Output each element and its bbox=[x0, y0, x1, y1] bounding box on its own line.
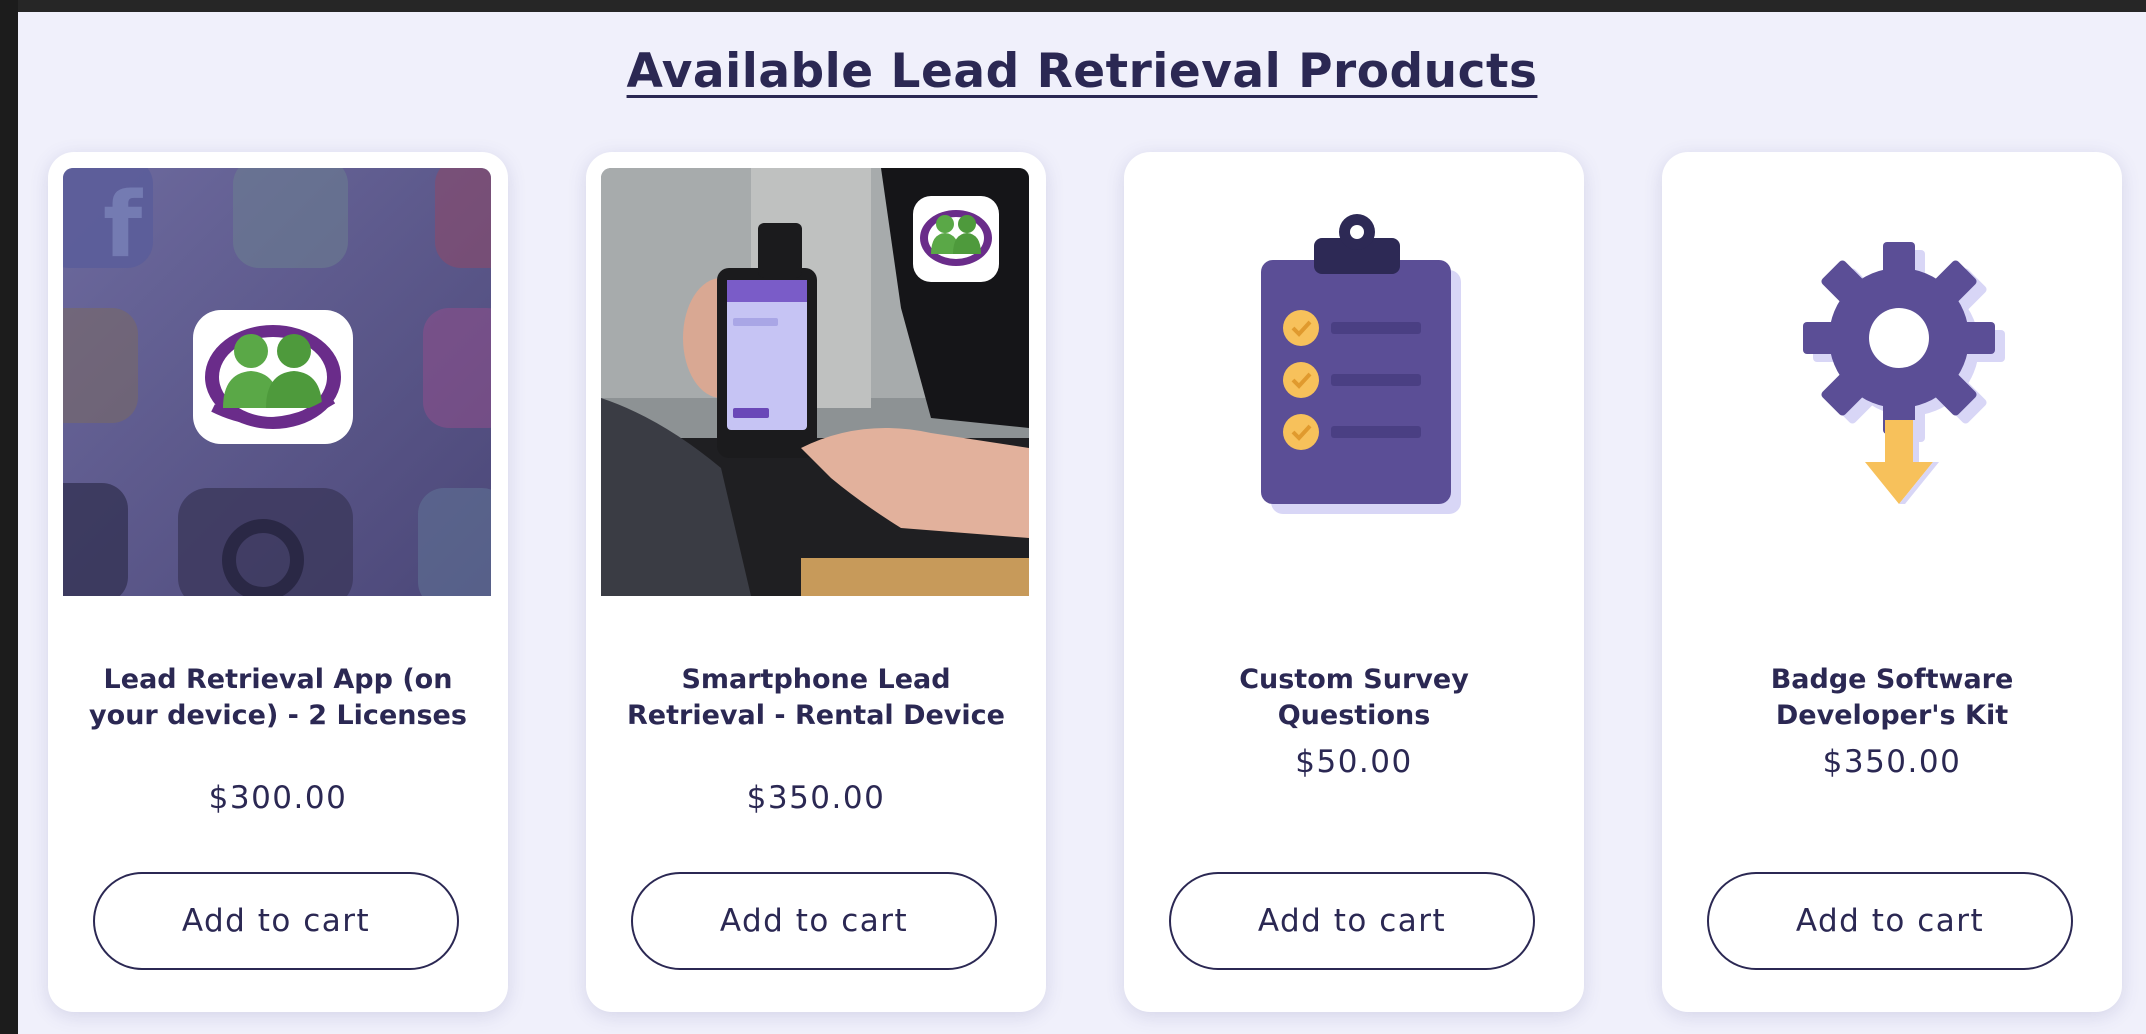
window-frame-top bbox=[0, 0, 2146, 12]
product-title[interactable]: Lead Retrieval App (on your device) - 2 … bbox=[88, 662, 468, 734]
product-image-smartphone-photo[interactable] bbox=[601, 168, 1029, 596]
svg-text:f: f bbox=[103, 173, 143, 278]
page-title: Available Lead Retrieval Products bbox=[626, 44, 1538, 99]
products-panel: Available Lead Retrieval Products f Lead… bbox=[18, 12, 2146, 1034]
product-price: $350.00 bbox=[1822, 744, 1962, 780]
add-to-cart-button[interactable]: Add to cart bbox=[631, 872, 997, 970]
product-card-smartphone-rental: Smartphone Lead Retrieval - Rental Devic… bbox=[586, 152, 1046, 1012]
product-price: $350.00 bbox=[746, 780, 886, 816]
add-to-cart-button[interactable]: Add to cart bbox=[93, 872, 459, 970]
product-card-custom-survey: Custom Survey Questions $50.00 Add to ca… bbox=[1124, 152, 1584, 1012]
product-title[interactable]: Custom Survey Questions bbox=[1164, 662, 1544, 734]
add-to-cart-button[interactable]: Add to cart bbox=[1707, 872, 2073, 970]
gear-download-icon[interactable] bbox=[1677, 168, 2105, 596]
product-card-lead-retrieval-app: f Lead Retrieval App (on your device) - … bbox=[48, 152, 508, 1012]
product-title[interactable]: Smartphone Lead Retrieval - Rental Devic… bbox=[626, 662, 1006, 734]
product-card-developer-kit: Badge Software Developer's Kit $350.00 A… bbox=[1662, 152, 2122, 1012]
clipboard-checklist-icon[interactable] bbox=[1139, 168, 1567, 596]
product-image-app-on-phone[interactable]: f bbox=[63, 168, 491, 596]
product-title[interactable]: Badge Software Developer's Kit bbox=[1702, 662, 2082, 734]
add-to-cart-button[interactable]: Add to cart bbox=[1169, 872, 1535, 970]
product-price: $300.00 bbox=[208, 780, 348, 816]
product-price: $50.00 bbox=[1295, 744, 1413, 780]
window-frame-left bbox=[0, 0, 18, 1034]
